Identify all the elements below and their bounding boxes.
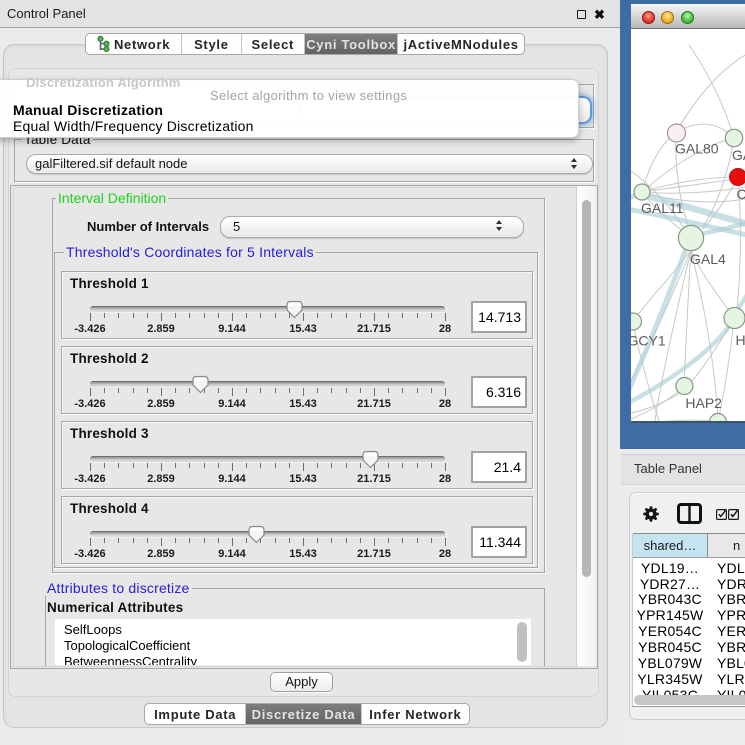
svg-text:GAL11: GAL11 <box>641 200 684 216</box>
svg-text:HAP2: HAP2 <box>685 395 722 411</box>
svg-text:GCY1: GCY1 <box>631 333 666 349</box>
svg-text:H: H <box>736 332 745 348</box>
svg-text:GAL4: GAL4 <box>690 251 726 267</box>
svg-text:GA: GA <box>732 147 745 163</box>
svg-text:C: C <box>737 186 745 202</box>
svg-text:GAL80: GAL80 <box>675 141 719 157</box>
